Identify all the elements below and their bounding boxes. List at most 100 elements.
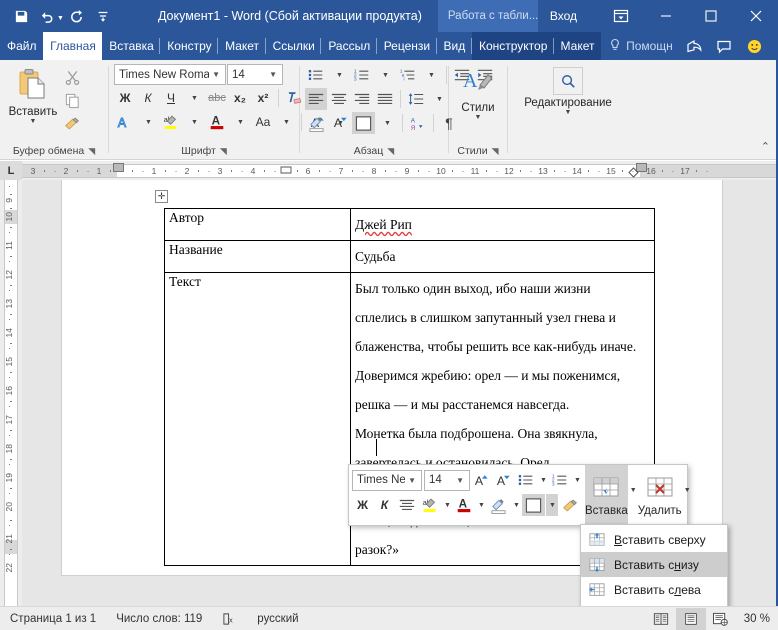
mini-bold-button[interactable]: Ж xyxy=(352,494,373,516)
mini-delete-caret[interactable]: ▼ xyxy=(682,479,692,501)
paste-dropdown-caret[interactable]: ▼ xyxy=(30,118,37,126)
align-left-icon[interactable] xyxy=(305,88,327,110)
left-indent-marker[interactable] xyxy=(113,162,124,181)
font-name-combo[interactable]: Times New Roman ▼ xyxy=(114,64,226,85)
table-move-handle[interactable]: ✛ xyxy=(155,190,168,203)
borders-icon[interactable] xyxy=(352,112,375,134)
table-cell-label[interactable]: Автор xyxy=(164,208,351,241)
tab-references[interactable]: Ссылки xyxy=(266,32,322,60)
mini-font-name-combo[interactable]: Times Ne ▼ xyxy=(352,469,422,491)
table-cell-label[interactable]: Название xyxy=(164,240,351,273)
table-cell-value[interactable]: Джей Рип xyxy=(350,208,655,241)
mini-numbered-list-icon[interactable]: 123 xyxy=(549,469,571,491)
tab-view[interactable]: Вид xyxy=(437,32,472,60)
tab-design[interactable]: Констру xyxy=(160,32,218,60)
bullet-list-icon[interactable] xyxy=(305,64,327,86)
maximize-button[interactable] xyxy=(688,0,733,32)
mini-insert-button[interactable]: Вставка xyxy=(585,465,628,525)
proofing-errors-icon[interactable]: x xyxy=(212,612,247,626)
comments-icon[interactable] xyxy=(710,33,738,59)
menu-item-insert-below[interactable]: Вставить снизу xyxy=(581,552,727,577)
copy-icon[interactable] xyxy=(61,89,83,111)
format-painter-icon[interactable] xyxy=(61,112,83,134)
read-mode-icon[interactable] xyxy=(646,608,676,630)
web-layout-icon[interactable] xyxy=(706,608,736,630)
print-layout-icon[interactable] xyxy=(675,607,706,630)
tab-insert[interactable]: Вставка xyxy=(102,32,161,60)
tab-home[interactable]: Главная xyxy=(43,32,103,60)
multilevel-list-icon[interactable]: 1ai xyxy=(397,64,419,86)
font-dialog-launcher[interactable]: ◥ xyxy=(220,146,227,157)
highlight-icon[interactable]: ab xyxy=(160,111,182,133)
subscript-button[interactable]: x₂ xyxy=(229,87,251,109)
mini-font-color-icon[interactable]: A xyxy=(453,494,475,516)
mini-borders-icon[interactable] xyxy=(522,494,545,516)
menu-item-insert-left[interactable]: Вставить слева xyxy=(581,577,727,602)
mini-shrink-font-button[interactable]: A xyxy=(493,469,514,491)
sort-icon[interactable]: AЯ xyxy=(407,112,429,134)
text-effects-icon[interactable]: A xyxy=(114,111,136,133)
borders-caret[interactable]: ▼ xyxy=(376,112,398,134)
table-cell-label[interactable]: Текст xyxy=(164,272,351,566)
mini-font-color-caret[interactable]: ▼ xyxy=(476,494,486,516)
menu-item-insert-above[interactable]: Вставить сверху xyxy=(581,527,727,552)
bold-button[interactable]: Ж xyxy=(114,87,136,109)
mini-grow-font-button[interactable]: A xyxy=(471,469,492,491)
tab-table-layout[interactable]: Макет xyxy=(553,32,602,60)
tell-me-box[interactable]: Помощн xyxy=(601,32,680,60)
paste-button[interactable]: Вставить ▼ xyxy=(5,64,61,126)
numbered-list-icon[interactable]: 123 xyxy=(351,64,373,86)
mini-bullets-caret[interactable]: ▼ xyxy=(538,469,548,491)
feedback-smiley-icon[interactable] xyxy=(740,33,768,59)
strikethrough-button[interactable]: abc xyxy=(206,87,228,109)
mini-borders-caret[interactable]: ▼ xyxy=(546,494,558,516)
customize-qat-icon[interactable] xyxy=(90,3,116,29)
table-cell-value[interactable]: Судьба xyxy=(350,240,655,273)
mini-bullet-list-icon[interactable] xyxy=(515,469,537,491)
share-icon[interactable] xyxy=(680,33,708,59)
tab-file[interactable]: Файл xyxy=(0,32,43,60)
mini-shading-caret[interactable]: ▼ xyxy=(511,494,521,516)
change-case-caret[interactable]: ▼ xyxy=(275,111,297,133)
mini-insert-caret[interactable]: ▼ xyxy=(628,479,638,501)
mini-highlight-icon[interactable]: ab xyxy=(419,494,441,516)
mini-toolbar[interactable]: Times Ne ▼ 14 ▼ A A ▼ 123 ▼ Ж К ab ▼ A ▼… xyxy=(348,464,691,526)
mini-numbering-caret[interactable]: ▼ xyxy=(572,469,582,491)
word-count[interactable]: Число слов: 119 xyxy=(106,613,212,625)
highlight-caret[interactable]: ▼ xyxy=(183,111,205,133)
multilevel-caret[interactable]: ▼ xyxy=(420,64,442,86)
superscript-button[interactable]: x² xyxy=(252,87,274,109)
chevron-down-icon[interactable]: ▼ xyxy=(266,70,280,79)
underline-dropdown-caret[interactable]: ▼ xyxy=(183,87,205,109)
line-spacing-icon[interactable] xyxy=(405,88,427,110)
mini-format-painter-icon[interactable] xyxy=(559,494,581,516)
shading-caret[interactable]: ▼ xyxy=(329,112,351,134)
ribbon-display-options-icon[interactable] xyxy=(598,0,643,32)
cut-icon[interactable] xyxy=(61,66,83,88)
bullets-caret[interactable]: ▼ xyxy=(328,64,350,86)
change-case-button[interactable]: Aa xyxy=(252,111,274,133)
table-row[interactable]: Автор Джей Рип xyxy=(164,208,655,241)
align-center-icon[interactable] xyxy=(328,88,350,110)
save-icon[interactable] xyxy=(8,3,34,29)
mini-align-icon[interactable] xyxy=(396,494,418,516)
close-button[interactable] xyxy=(733,0,778,32)
font-color-caret[interactable]: ▼ xyxy=(229,111,251,133)
mini-italic-button[interactable]: К xyxy=(374,494,395,516)
undo-dropdown-caret[interactable]: ▼ xyxy=(57,15,64,22)
table-row[interactable]: Название Судьба xyxy=(164,240,655,273)
clipboard-dialog-launcher[interactable]: ◥ xyxy=(88,146,95,157)
zoom-level[interactable]: 30 % xyxy=(736,613,778,625)
text-effects-caret[interactable]: ▼ xyxy=(137,111,159,133)
minimize-button[interactable] xyxy=(643,0,688,32)
collapse-ribbon-icon[interactable]: ⌃ xyxy=(761,140,770,153)
styles-button[interactable]: A Стили ▼ xyxy=(454,64,502,122)
paragraph-dialog-launcher[interactable]: ◥ xyxy=(387,146,394,157)
underline-button[interactable]: Ч xyxy=(160,87,182,109)
language-indicator[interactable]: русский xyxy=(247,613,308,625)
line-spacing-caret[interactable]: ▼ xyxy=(428,88,450,110)
justify-icon[interactable] xyxy=(374,88,396,110)
vertical-ruler[interactable]: · 9 10 · 11 · 12 · 13 · 14 · 15 · 16 · 1… xyxy=(0,180,22,606)
tab-layout[interactable]: Макет xyxy=(218,32,266,60)
chevron-down-icon[interactable]: ▼ xyxy=(453,476,467,485)
